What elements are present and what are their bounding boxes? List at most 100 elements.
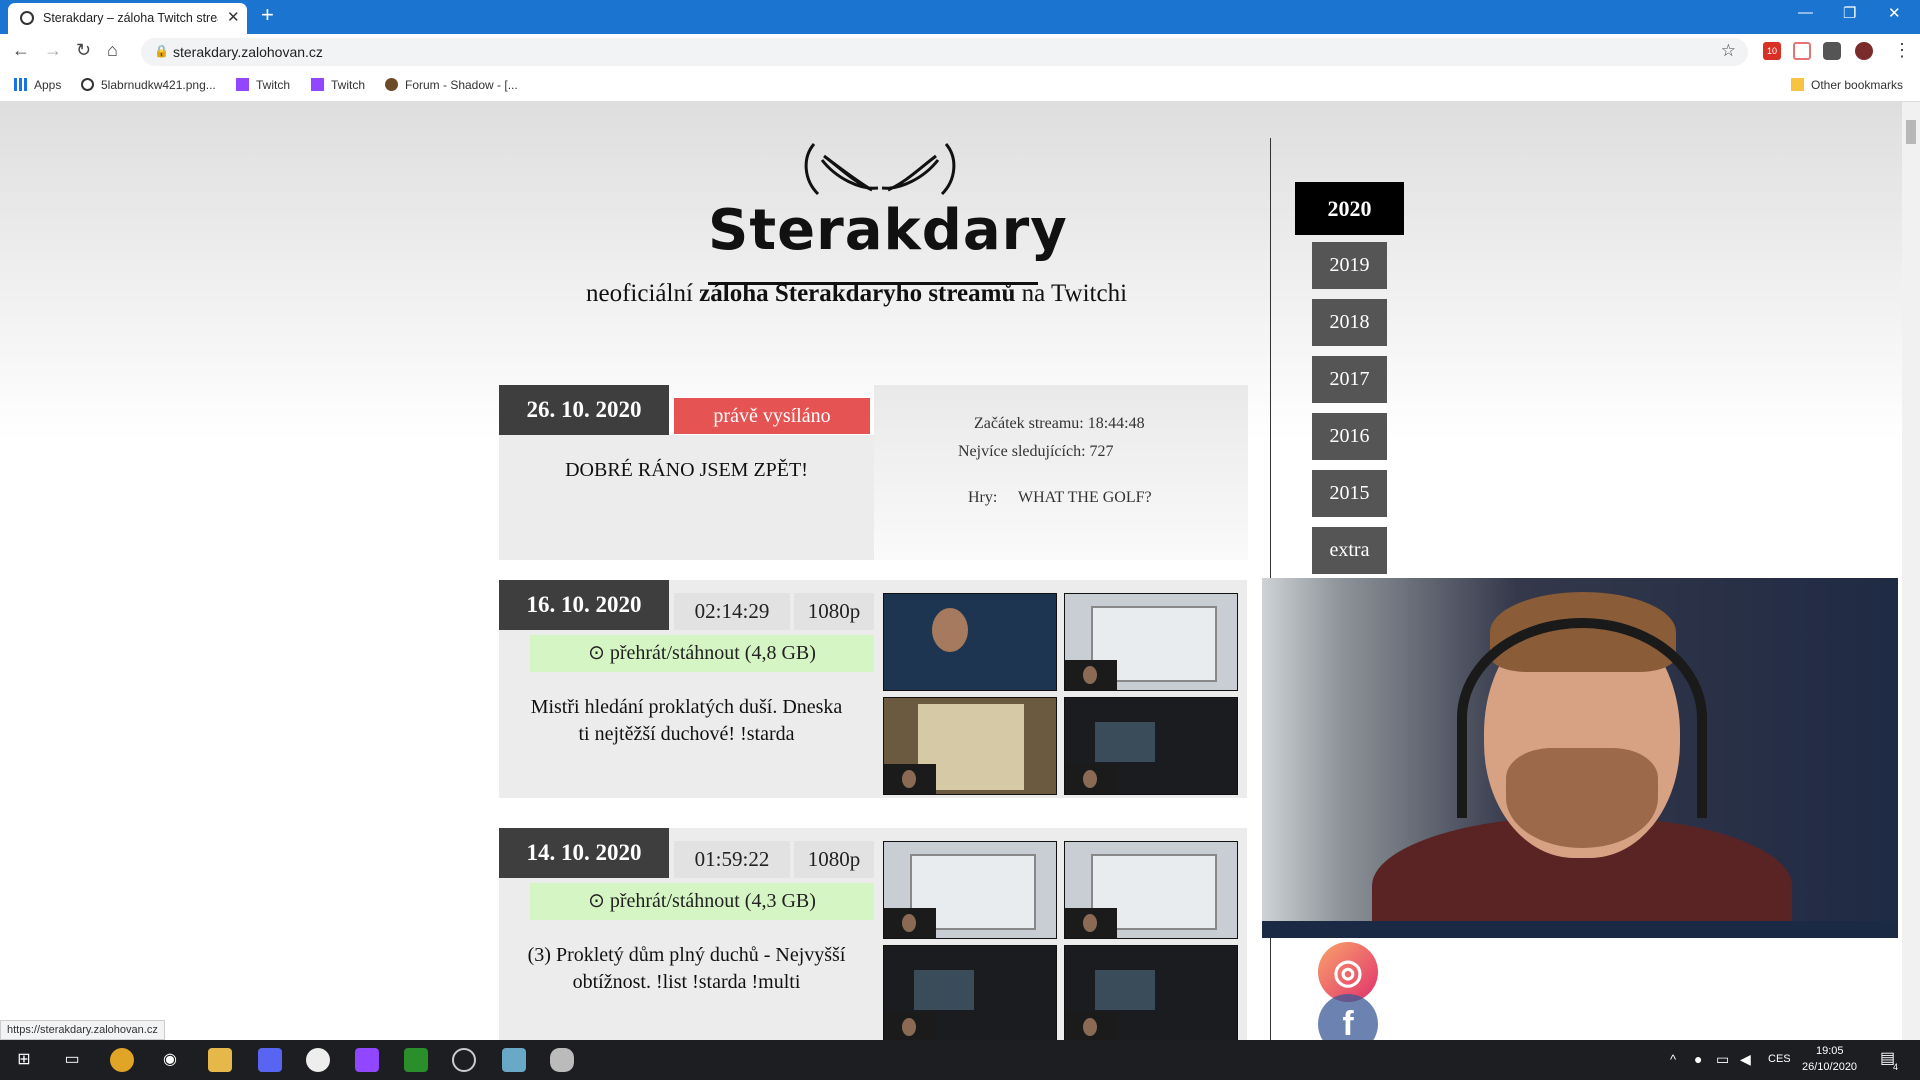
bookmarks-bar: Apps 5labrnudkw421.png... Twitch Twitch … (0, 70, 1920, 102)
year-2016[interactable]: 2016 (1312, 413, 1387, 460)
browser-toolbar: ← → ↻ ⌂ 🔒 sterakdary.zalohovan.cz ☆ (0, 34, 1920, 70)
app-icon[interactable] (404, 1048, 428, 1072)
bookmark-twitch-1[interactable]: Twitch (236, 78, 290, 92)
status-bar-url: https://sterakdary.zalohovan.cz (0, 1020, 165, 1040)
windows-taskbar: ⊞ ▭ ◉ ^ ● ▭ ◀ CES 19:05 26/10/2020 ▤ 4 (0, 1040, 1920, 1080)
notification-count: 4 (1893, 1062, 1899, 1072)
thumbnail[interactable] (1064, 945, 1238, 1040)
extension-badge: 10 (1766, 46, 1777, 56)
clock-time[interactable]: 19:05 (1816, 1045, 1844, 1057)
forum-icon (385, 78, 398, 91)
gmail-extension-icon[interactable]: 10 (1763, 42, 1781, 60)
file-explorer-icon[interactable] (208, 1048, 232, 1072)
entry-description: (3) Prokletý dům plný duchů - Nejvyšší ob… (499, 942, 874, 996)
year-extra[interactable]: extra (1312, 527, 1387, 574)
site-logo[interactable]: Sterakdary (700, 138, 1067, 285)
download-button[interactable]: ⊙ přehrát/stáhnout (4,3 GB) (530, 883, 874, 920)
bookmark-other[interactable]: Other bookmarks (1791, 78, 1903, 92)
instagram-icon[interactable]: ◎ (1318, 942, 1378, 1002)
entry-left-panel (499, 435, 874, 560)
bookmark-star-icon[interactable]: ☆ (1721, 41, 1736, 61)
stream-entry: 14. 10. 2020 01:59:22 1080p ⊙ přehrát/st… (499, 828, 1247, 1040)
steam-icon[interactable]: ◉ (158, 1048, 182, 1072)
description-line: ti nejtěžší duchové! !starda (578, 723, 795, 745)
site-tagline: neoficiální záloha Sterakdaryho streamů … (586, 280, 1127, 308)
live-badge[interactable]: právě vysíláno (674, 398, 870, 434)
description-line: Mistři hledání proklatých duší. Dneska (530, 696, 843, 718)
tagline-text: neoficiální (586, 280, 700, 307)
reload-icon[interactable]: ↻ (76, 40, 91, 61)
play-circle-icon: ⊙ (588, 642, 610, 664)
address-bar[interactable]: 🔒 sterakdary.zalohovan.cz ☆ (141, 38, 1748, 66)
entry-title: DOBRÉ RÁNO JSEM ZPĚT! (565, 459, 808, 481)
forward-icon[interactable]: → (44, 40, 62, 61)
puzzle-icon[interactable] (1823, 42, 1841, 60)
bookmark-label: Twitch (256, 78, 291, 92)
year-2018[interactable]: 2018 (1312, 299, 1387, 346)
bookmark-twitch-2[interactable]: Twitch (311, 78, 365, 92)
windows-start-icon[interactable]: ⊞ (12, 1048, 36, 1072)
thumbnail[interactable] (883, 593, 1057, 691)
thumbnail[interactable] (883, 841, 1057, 939)
thumbnail[interactable] (1064, 697, 1238, 795)
bookmark-label: Twitch (331, 78, 366, 92)
new-tab-icon[interactable]: + (261, 2, 274, 28)
year-2019[interactable]: 2019 (1312, 242, 1387, 289)
shield-icon[interactable] (550, 1048, 574, 1072)
bookmark-apps[interactable]: Apps (14, 78, 61, 92)
language-indicator[interactable]: CES (1768, 1053, 1791, 1065)
games-label: Hry: (968, 489, 998, 506)
download-button[interactable]: ⊙ přehrát/stáhnout (4,8 GB) (530, 635, 874, 672)
tab-strip: Sterakdary – záloha Twitch stream ✕ + — … (0, 0, 1920, 34)
twitch-icon[interactable] (355, 1048, 379, 1072)
chrome-icon[interactable] (110, 1048, 134, 1072)
thumbnail[interactable] (1064, 841, 1238, 939)
bookmark-forum[interactable]: Forum - Shadow - [... (385, 78, 518, 92)
microphone-icon[interactable]: ● (1694, 1051, 1702, 1067)
avatar[interactable] (1855, 42, 1873, 60)
webcam-overlay (1262, 578, 1898, 938)
play-circle-icon: ⊙ (588, 890, 610, 912)
apps-grid-icon (14, 78, 27, 91)
bookmark-image[interactable]: 5labrnudkw421.png... (81, 78, 216, 92)
bookmark-label: 5labrnudkw421.png... (101, 78, 216, 92)
scrollbar-thumb[interactable] (1906, 120, 1916, 144)
discord-icon[interactable] (258, 1048, 282, 1072)
quality-badge: 1080p (794, 593, 874, 630)
page-scrollbar[interactable] (1902, 102, 1920, 1040)
folder-icon (1791, 78, 1804, 91)
home-icon[interactable]: ⌂ (107, 40, 118, 61)
app-icon[interactable] (502, 1048, 526, 1072)
network-icon[interactable]: ▭ (1716, 1051, 1729, 1068)
chevron-up-icon[interactable]: ^ (1670, 1052, 1676, 1067)
close-tab-icon[interactable]: ✕ (227, 8, 240, 26)
games-value: WHAT THE GOLF? (1018, 489, 1152, 506)
browser-tab[interactable]: Sterakdary – záloha Twitch stream ✕ (8, 3, 247, 34)
kebab-menu-icon[interactable]: ⋮ (1893, 40, 1911, 61)
obs-icon[interactable] (452, 1048, 476, 1072)
volume-icon[interactable]: ◀ (1740, 1051, 1751, 1068)
restore-icon[interactable]: ❐ (1843, 4, 1856, 22)
duration-badge: 01:59:22 (674, 841, 790, 878)
year-2015[interactable]: 2015 (1312, 470, 1387, 517)
minimize-icon[interactable]: — (1798, 4, 1813, 21)
thumbnail[interactable] (883, 697, 1057, 795)
facebook-icon[interactable]: f (1318, 994, 1378, 1040)
wings-icon (804, 143, 956, 196)
stream-start: Začátek streamu: 18:44:48 (974, 415, 1145, 432)
entry-date: 16. 10. 2020 (499, 580, 669, 630)
headset-icon (1457, 618, 1707, 818)
clock-date[interactable]: 26/10/2020 (1802, 1061, 1857, 1073)
thumbnail[interactable] (1064, 593, 1238, 691)
stream-entry-live: Začátek streamu: 18:44:48 Nejvíce sleduj… (499, 385, 1248, 560)
year-2017[interactable]: 2017 (1312, 356, 1387, 403)
entry-description: Mistři hledání proklatých duší. Dneska ti… (499, 694, 874, 748)
year-2020[interactable]: 2020 (1295, 182, 1404, 235)
thumbnail[interactable] (883, 945, 1057, 1040)
vivaldi-icon[interactable] (306, 1048, 330, 1072)
task-view-icon[interactable]: ▭ (60, 1048, 84, 1072)
extension-icon[interactable] (1793, 42, 1811, 60)
logo-wordmark: Sterakdary (708, 198, 1068, 263)
close-window-icon[interactable]: ✕ (1888, 4, 1901, 22)
back-icon[interactable]: ← (12, 40, 30, 61)
